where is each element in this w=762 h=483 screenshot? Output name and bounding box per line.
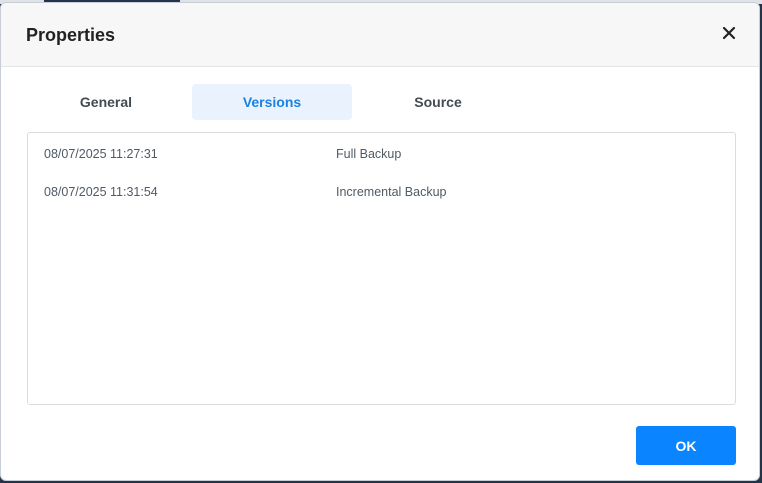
ok-button[interactable]: OK: [636, 426, 736, 465]
tab-general[interactable]: General: [26, 84, 186, 120]
version-row[interactable]: 08/07/2025 11:27:31 Full Backup: [28, 135, 735, 173]
versions-list[interactable]: 08/07/2025 11:27:31 Full Backup 08/07/20…: [27, 132, 736, 405]
close-button[interactable]: [719, 23, 739, 43]
version-type: Incremental Backup: [336, 185, 447, 199]
properties-dialog: Properties General Versions Source 08/07…: [0, 2, 760, 481]
version-row[interactable]: 08/07/2025 11:31:54 Incremental Backup: [28, 173, 735, 211]
tab-source[interactable]: Source: [358, 84, 518, 120]
version-type: Full Backup: [336, 147, 402, 161]
tab-versions[interactable]: Versions: [192, 84, 352, 120]
tab-bar: General Versions Source: [1, 84, 759, 120]
close-icon: [722, 26, 736, 40]
version-date: 08/07/2025 11:31:54: [44, 185, 158, 199]
dialog-header: Properties: [1, 3, 759, 67]
version-date: 08/07/2025 11:27:31: [44, 147, 158, 161]
dialog-title: Properties: [26, 25, 116, 45]
